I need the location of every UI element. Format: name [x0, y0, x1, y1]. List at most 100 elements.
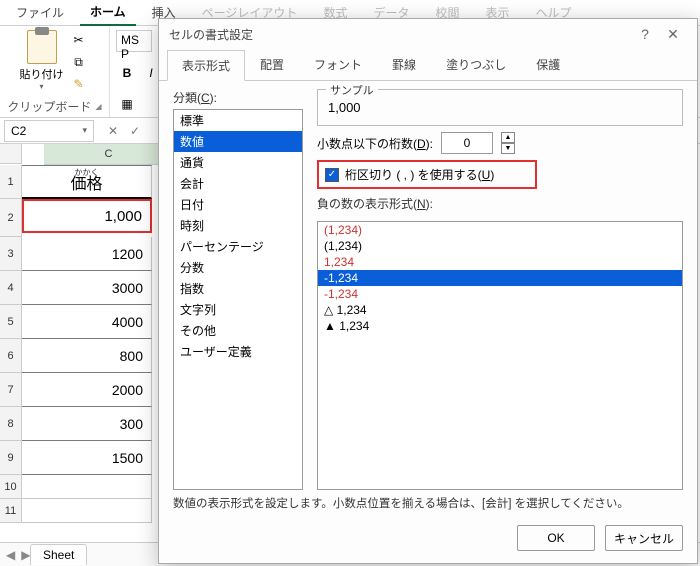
chevron-down-icon: ▾ — [82, 125, 87, 136]
spin-down-button[interactable]: ▼ — [501, 143, 515, 154]
negative-format-item[interactable]: -1,234 — [318, 286, 682, 302]
cell[interactable]: 800 — [22, 339, 152, 373]
dialog-launcher-icon[interactable]: ◢ — [95, 102, 101, 111]
ribbon-tab-home[interactable]: ホーム — [80, 0, 136, 26]
category-item[interactable]: ユーザー定義 — [174, 341, 302, 362]
column-header-c[interactable]: C — [44, 144, 174, 164]
brush-icon: ✎ — [73, 77, 83, 91]
format-painter-button[interactable]: ✎ — [68, 74, 90, 94]
category-item[interactable]: 通貨 — [174, 152, 302, 173]
decimals-row: 小数点以下の桁数(D): ▲ ▼ — [317, 132, 683, 154]
help-button[interactable]: ? — [631, 26, 659, 42]
category-item[interactable]: 数値 — [174, 131, 302, 152]
negative-format-item[interactable]: (1,234) — [318, 222, 682, 238]
scissors-icon: ✂ — [73, 33, 83, 47]
negative-format-item[interactable]: ▲ 1,234 — [318, 318, 682, 334]
negative-format-item[interactable]: 1,234 — [318, 254, 682, 270]
tab-protection[interactable]: 保護 — [521, 49, 575, 80]
sample-label: サンプル — [326, 82, 378, 98]
dialog-titlebar: セルの書式設定 ? ✕ — [159, 19, 697, 49]
sheet-tab[interactable]: Sheet — [30, 544, 87, 565]
row-header[interactable]: 6 — [0, 339, 22, 373]
tab-fill[interactable]: 塗りつぶし — [431, 49, 521, 80]
cell[interactable] — [22, 475, 152, 499]
cell[interactable]: 2000 — [22, 373, 152, 407]
category-item[interactable]: 会計 — [174, 173, 302, 194]
cancel-button[interactable]: キャンセル — [605, 525, 683, 551]
cell[interactable]: 4000 — [22, 305, 152, 339]
negative-format-item[interactable]: (1,234) — [318, 238, 682, 254]
copy-button[interactable]: ⧉ — [68, 52, 90, 72]
sample-box: サンプル 1,000 — [317, 89, 683, 126]
category-list[interactable]: 標準 数値 通貨 会計 日付 時刻 パーセンテージ 分数 指数 文字列 その他 … — [173, 109, 303, 490]
ribbon-tab-file[interactable]: ファイル — [6, 0, 74, 25]
tab-font[interactable]: フォント — [299, 49, 377, 80]
negative-format-item[interactable]: -1,234 — [318, 270, 682, 286]
cut-button[interactable]: ✂ — [68, 30, 90, 50]
row-header[interactable]: 3 — [0, 237, 22, 271]
name-box[interactable]: C2 ▾ — [4, 120, 94, 142]
negative-label: 負の数の表示形式(N): — [317, 195, 683, 212]
chevron-down-icon: ▾ — [39, 82, 43, 91]
cancel-formula-button[interactable]: ✕ — [104, 124, 122, 138]
sample-value: 1,000 — [328, 96, 672, 115]
spin-up-button[interactable]: ▲ — [501, 132, 515, 143]
dialog-tabs: 表示形式 配置 フォント 罫線 塗りつぶし 保護 — [159, 49, 697, 81]
cell[interactable] — [22, 499, 152, 523]
thousands-separator-row[interactable]: ✓ 桁区切り ( , ) を使用する(U) — [317, 160, 537, 189]
thousands-checkbox[interactable]: ✓ — [325, 168, 339, 182]
cell[interactable]: 1200 — [22, 237, 152, 271]
name-box-value: C2 — [11, 124, 26, 138]
select-all-corner[interactable] — [0, 144, 22, 164]
row-header[interactable]: 8 — [0, 407, 22, 441]
category-item[interactable]: 標準 — [174, 110, 302, 131]
font-name-select[interactable]: MS P — [116, 30, 152, 52]
paste-button[interactable]: 貼り付け ▾ — [20, 30, 64, 94]
category-label: 分類(C): — [173, 89, 303, 106]
decimals-label: 小数点以下の桁数(D): — [317, 135, 433, 152]
category-item[interactable]: 時刻 — [174, 215, 302, 236]
paste-icon — [27, 30, 57, 64]
format-cells-dialog: セルの書式設定 ? ✕ 表示形式 配置 フォント 罫線 塗りつぶし 保護 分類(… — [158, 18, 698, 564]
cell[interactable]: 1,000 — [22, 199, 152, 233]
decimals-input[interactable] — [441, 132, 493, 154]
description-text: 数値の表示形式を設定します。小数点位置を揃える場合は、[会計] を選択してくださ… — [159, 490, 697, 513]
tab-border[interactable]: 罫線 — [377, 49, 431, 80]
negative-format-item[interactable]: △ 1,234 — [318, 302, 682, 318]
cell-header[interactable]: かかく 価格 — [22, 165, 152, 199]
tab-alignment[interactable]: 配置 — [245, 49, 299, 80]
sheet-prev-icon[interactable]: ◀ — [6, 548, 15, 562]
row-header[interactable]: 9 — [0, 441, 22, 475]
close-button[interactable]: ✕ — [659, 26, 687, 43]
row-header[interactable]: 10 — [0, 475, 22, 499]
category-item[interactable]: 指数 — [174, 278, 302, 299]
clipboard-group: 貼り付け ▾ ✂ ⧉ ✎ クリップボード ◢ — [0, 26, 110, 117]
tab-number[interactable]: 表示形式 — [167, 50, 245, 81]
sheet-next-icon[interactable]: ▶ — [21, 548, 30, 562]
cell[interactable]: 300 — [22, 407, 152, 441]
clipboard-group-label: クリップボード — [7, 98, 91, 115]
row-header[interactable]: 1 — [0, 165, 22, 199]
decimals-spinner: ▲ ▼ — [501, 132, 515, 154]
thousands-label: 桁区切り ( , ) を使用する(U) — [345, 166, 494, 183]
category-item[interactable]: 日付 — [174, 194, 302, 215]
row-header[interactable]: 2 — [0, 199, 22, 237]
cell[interactable]: 1500 — [22, 441, 152, 475]
row-header[interactable]: 7 — [0, 373, 22, 407]
negative-format-list[interactable]: (1,234)(1,234)1,234-1,234-1,234△ 1,234▲ … — [317, 221, 683, 490]
ok-button[interactable]: OK — [517, 525, 595, 551]
category-item[interactable]: 文字列 — [174, 299, 302, 320]
bold-button[interactable]: B — [116, 62, 138, 84]
row-header[interactable]: 4 — [0, 271, 22, 305]
border-icon: ▦ — [121, 97, 132, 111]
row-header[interactable]: 11 — [0, 499, 22, 523]
header-ruby: かかく — [75, 167, 99, 178]
category-item[interactable]: その他 — [174, 320, 302, 341]
borders-button[interactable]: ▦ — [116, 93, 138, 115]
enter-formula-button[interactable]: ✓ — [126, 124, 144, 138]
cell[interactable]: 3000 — [22, 271, 152, 305]
category-item[interactable]: 分数 — [174, 257, 302, 278]
category-item[interactable]: パーセンテージ — [174, 236, 302, 257]
row-header[interactable]: 5 — [0, 305, 22, 339]
copy-icon: ⧉ — [74, 55, 83, 70]
